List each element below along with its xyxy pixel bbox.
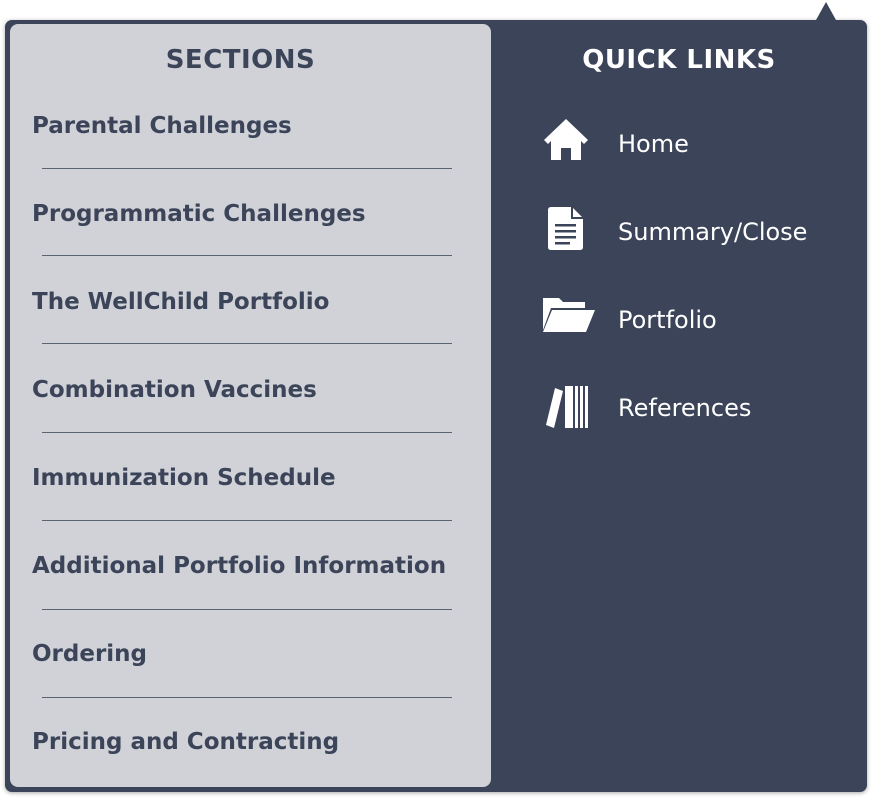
section-item-ordering[interactable]: Ordering bbox=[32, 632, 442, 676]
sections-title: SECTIONS bbox=[165, 45, 316, 75]
quick-link-home[interactable]: Home bbox=[537, 116, 837, 172]
quick-link-label: Portfolio bbox=[618, 306, 717, 334]
section-item-additional-portfolio-information[interactable]: Additional Portfolio Information bbox=[32, 544, 446, 588]
quick-link-references[interactable]: References bbox=[537, 380, 837, 436]
section-divider bbox=[42, 697, 452, 698]
section-divider bbox=[42, 609, 452, 610]
quick-link-label: Summary/Close bbox=[618, 218, 808, 246]
section-item-combination-vaccines[interactable]: Combination Vaccines bbox=[32, 368, 442, 412]
section-divider bbox=[42, 343, 452, 344]
popover-pointer bbox=[816, 2, 836, 20]
books-icon bbox=[537, 380, 599, 436]
section-item-programmatic-challenges[interactable]: Programmatic Challenges bbox=[32, 192, 442, 236]
document-icon bbox=[537, 204, 599, 260]
section-divider bbox=[42, 432, 452, 433]
quick-link-summary-close[interactable]: Summary/Close bbox=[537, 204, 837, 260]
quick-links-title: QUICK LINKS bbox=[582, 45, 776, 75]
section-divider bbox=[42, 168, 452, 169]
quick-link-portfolio[interactable]: Portfolio bbox=[537, 292, 837, 348]
home-icon bbox=[537, 116, 599, 172]
section-item-pricing-and-contracting[interactable]: Pricing and Contracting bbox=[32, 720, 442, 764]
section-divider bbox=[42, 255, 452, 256]
section-item-immunization-schedule[interactable]: Immunization Schedule bbox=[32, 456, 442, 500]
quick-link-label: Home bbox=[618, 130, 689, 158]
section-item-parental-challenges[interactable]: Parental Challenges bbox=[32, 104, 442, 148]
section-divider bbox=[42, 520, 452, 521]
section-item-wellchild-portfolio[interactable]: The WellChild Portfolio bbox=[32, 280, 442, 324]
folder-icon bbox=[537, 292, 599, 348]
quick-link-label: References bbox=[618, 394, 752, 422]
